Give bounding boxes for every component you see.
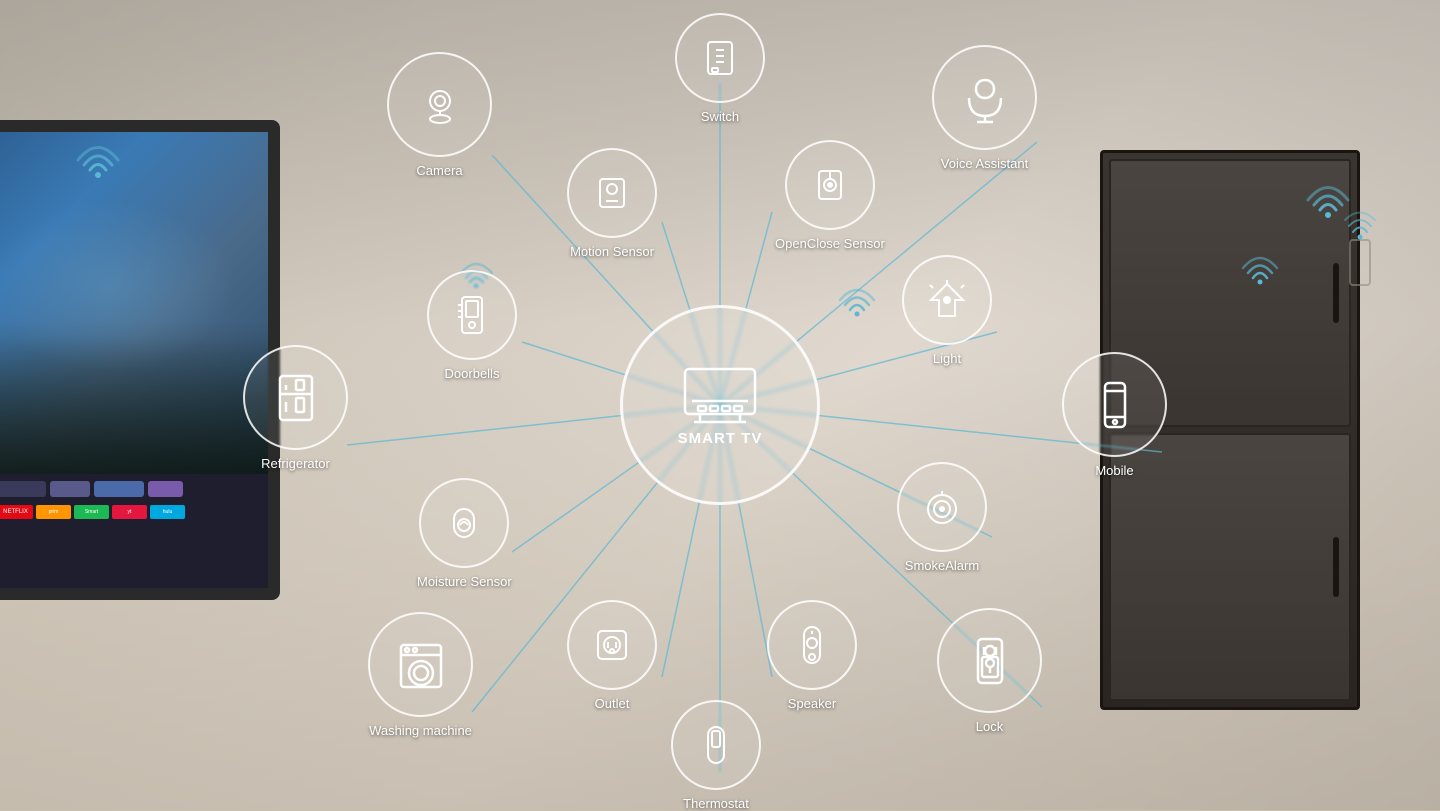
outlet-circle [567,600,657,690]
speaker-circle [767,600,857,690]
smoke-alarm-icon [920,485,964,529]
voice-assistant-label: Voice Assistant [941,156,1028,171]
openclose-sensor-icon [808,163,852,207]
voice-assistant-icon [959,72,1011,124]
motion-sensor-label: Motion Sensor [570,244,654,259]
refrigerator-label: Refrigerator [261,456,330,471]
smoke-alarm-label: SmokeAlarm [905,558,979,573]
outlet-icon [590,623,634,667]
smart-tv-hub: SMART TV [620,305,820,505]
wifi-room-icon [832,272,882,317]
device-camera: Camera [387,52,492,178]
light-icon [925,278,969,322]
device-outlet: Outlet [567,600,657,711]
switch-icon [698,36,742,80]
mobile-label: Mobile [1095,463,1133,478]
doorbells-icon [450,293,494,337]
washing-machine-label: Washing machine [369,723,472,738]
device-openclose-sensor: OpenClose Sensor [775,140,885,251]
speaker-icon [790,623,834,667]
device-smoke-alarm: SmokeAlarm [897,462,987,573]
device-switch: Switch [675,13,765,124]
motion-sensor-icon [590,171,634,215]
device-moisture-sensor: Moisture Sensor [417,478,512,589]
washing-machine-circle [368,612,473,717]
moisture-sensor-label: Moisture Sensor [417,574,512,589]
openclose-sensor-label: OpenClose Sensor [775,236,885,251]
lock-label: Lock [976,719,1003,734]
doorbells-circle [427,270,517,360]
moisture-sensor-icon [442,501,486,545]
hub-tv-icon [680,364,760,424]
camera-label: Camera [416,163,462,178]
device-doorbells: Doorbells [427,270,517,381]
device-motion-sensor: Motion Sensor [567,148,657,259]
refrigerator-circle [243,345,348,450]
tv-screen [0,132,268,474]
motion-sensor-circle [567,148,657,238]
tv-ui-bar: ⊙ ▶ Live TV NETFLIX prim Smart yt hulu [0,474,268,588]
mobile-icon [1089,379,1141,431]
thermostat-label: Thermostat [683,796,749,811]
light-label: Light [933,351,961,366]
light-circle [902,255,992,345]
outlet-label: Outlet [595,696,630,711]
speaker-label: Speaker [788,696,836,711]
camera-icon [414,79,466,131]
wifi-right-device-icon [1340,200,1380,290]
switch-circle [675,13,765,103]
switch-label: Switch [701,109,739,124]
thermostat-circle [671,700,761,790]
lock-circle [937,608,1042,713]
device-mobile: Mobile [1062,352,1167,478]
device-refrigerator: Refrigerator [243,345,348,471]
refrigerator-icon [270,372,322,424]
device-lock: Lock [937,608,1042,734]
wifi-tv-icon [68,125,128,180]
openclose-sensor-circle [785,140,875,230]
mobile-circle [1062,352,1167,457]
device-washing-machine: Washing machine [368,612,473,738]
washing-machine-icon [395,639,447,691]
doorbells-label: Doorbells [445,366,500,381]
device-speaker: Speaker [767,600,857,711]
camera-circle [387,52,492,157]
device-light: Light [902,255,992,366]
smoke-alarm-circle [897,462,987,552]
device-voice-assistant: Voice Assistant [932,45,1037,171]
hub-label: SMART TV [678,430,763,447]
moisture-sensor-circle [419,478,509,568]
lock-icon [964,635,1016,687]
wifi-right-mid-icon [1235,240,1285,285]
tv-display: ⊙ ▶ Live TV NETFLIX prim Smart yt hulu [0,120,280,600]
voice-assistant-circle [932,45,1037,150]
thermostat-icon [694,723,738,767]
device-thermostat: Thermostat [671,700,761,811]
